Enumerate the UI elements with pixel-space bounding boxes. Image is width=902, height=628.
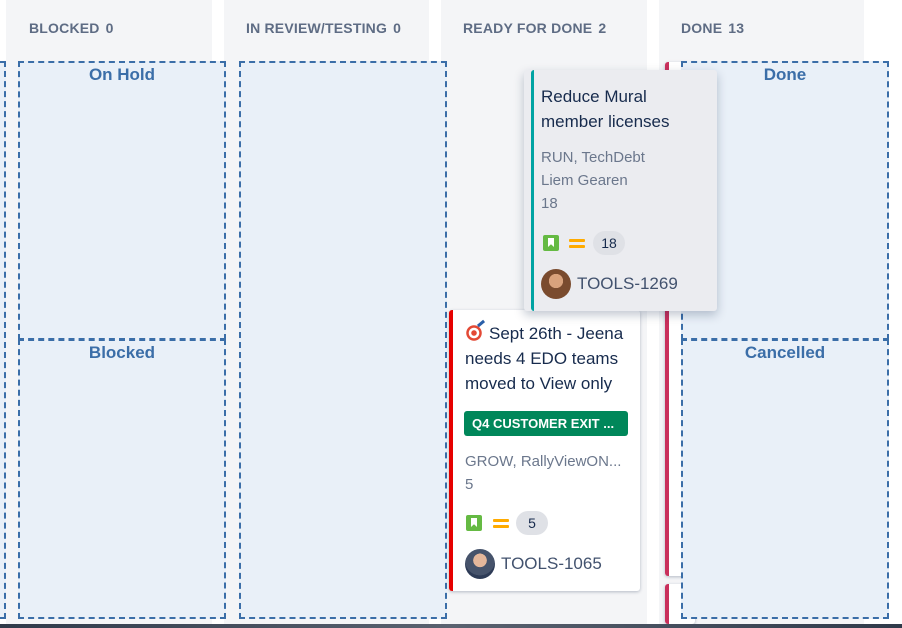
estimate-badge: 5 bbox=[516, 511, 548, 535]
issue-card-tools-1269[interactable]: Reduce Mural member licenses RUN, TechDe… bbox=[524, 70, 717, 311]
story-icon bbox=[543, 235, 559, 251]
column-title: READY FOR DONE bbox=[463, 20, 593, 36]
story-icon bbox=[466, 515, 482, 531]
card-title-text: Reduce Mural member licenses bbox=[541, 87, 670, 131]
avatar[interactable] bbox=[541, 269, 571, 299]
card-stripe bbox=[531, 70, 534, 311]
column-header-ready-for-done[interactable]: READY FOR DONE 2 bbox=[463, 20, 606, 40]
card-points: 5 bbox=[465, 476, 474, 493]
column-title: IN REVIEW/TESTING bbox=[246, 20, 388, 36]
issue-key[interactable]: TOOLS-1065 bbox=[501, 554, 602, 574]
card-points: 18 bbox=[541, 195, 558, 212]
drop-zone-left-partial[interactable] bbox=[0, 61, 6, 619]
drop-zone-in-review-testing[interactable] bbox=[239, 61, 447, 619]
column-count: 13 bbox=[728, 20, 745, 36]
column-count: 0 bbox=[393, 20, 402, 36]
column-count: 0 bbox=[105, 20, 114, 36]
estimate-badge: 18 bbox=[593, 231, 625, 255]
column-title: BLOCKED bbox=[29, 20, 100, 36]
issue-card-tools-1065[interactable]: Sept 26th - Jeena needs 4 EDO teams move… bbox=[449, 310, 640, 591]
issue-key[interactable]: TOOLS-1269 bbox=[577, 274, 678, 294]
card-title: Sept 26th - Jeena needs 4 EDO teams move… bbox=[465, 321, 628, 396]
column-count: 2 bbox=[598, 20, 607, 36]
drop-zone-label: Blocked bbox=[88, 343, 156, 362]
column-header-done[interactable]: DONE 13 bbox=[681, 20, 744, 40]
drop-zone-blocked[interactable]: Blocked bbox=[18, 339, 226, 619]
card-labels: RUN, TechDebt bbox=[541, 149, 645, 166]
column-header-blocked[interactable]: BLOCKED 0 bbox=[29, 20, 114, 40]
priority-medium-icon bbox=[569, 237, 585, 249]
drop-zone-label: Cancelled bbox=[744, 343, 826, 362]
drop-zone-on-hold[interactable]: On Hold bbox=[18, 61, 226, 340]
epic-badge[interactable]: Q4 CUSTOMER EXIT ... bbox=[464, 411, 628, 436]
avatar[interactable] bbox=[465, 549, 495, 579]
column-title: DONE bbox=[681, 20, 723, 36]
drop-zone-cancelled[interactable]: Cancelled bbox=[681, 339, 889, 619]
target-icon bbox=[465, 324, 483, 342]
card-labels: GROW, RallyViewON... bbox=[465, 453, 622, 470]
taskbar-edge bbox=[0, 624, 902, 628]
card-stripe bbox=[665, 584, 669, 624]
column-header-in-review-testing[interactable]: IN REVIEW/TESTING 0 bbox=[246, 20, 401, 40]
card-title-text: Sept 26th - Jeena needs 4 EDO teams move… bbox=[465, 324, 624, 393]
drop-zone-label: On Hold bbox=[88, 65, 156, 84]
card-assignee: Liem Gearen bbox=[541, 172, 628, 189]
card-stripe bbox=[449, 310, 453, 591]
priority-medium-icon bbox=[493, 517, 509, 529]
